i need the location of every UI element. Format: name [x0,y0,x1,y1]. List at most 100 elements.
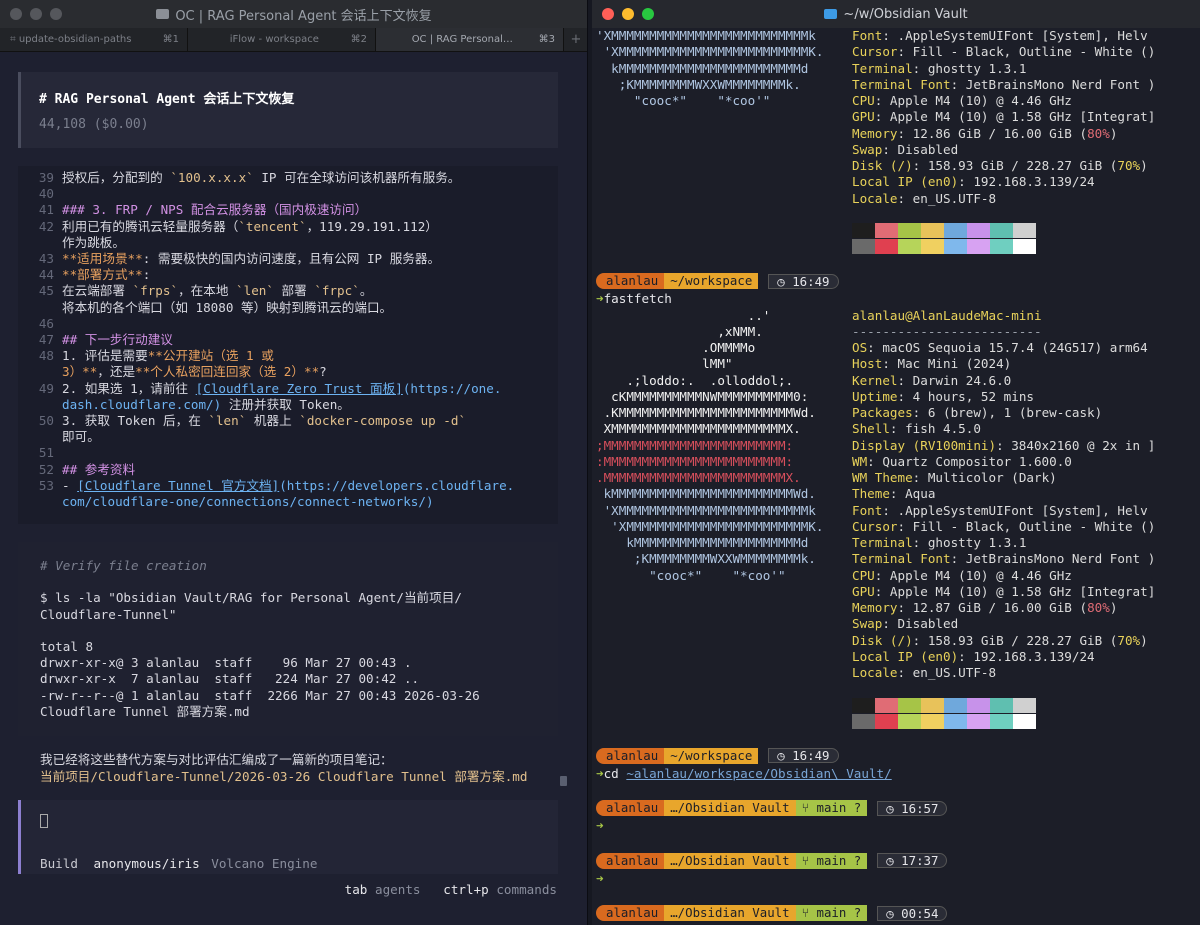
fastfetch-line: "cooc*" "*coo'" CPU: Apple M4 (10) @ 4.46… [596,93,1196,109]
code-line: 53- [Cloudflare Tunnel 官方文档](https://dev… [38,477,515,493]
fastfetch-line: Locale: en_US.UTF-8 [596,665,1196,681]
clock-icon: ◷ [886,905,902,921]
terminal-output[interactable]: 'XMMMMMMMMMMMMMMMMMMMMMMMMMMk Font: .Appl… [596,28,1196,925]
right-terminal-window: ~/w/Obsidian Vault 'XMMMMMMMMMMMMMMMMMMM… [592,0,1200,925]
close-button[interactable] [602,8,614,20]
fastfetch-line: lMM" Host: Mac Mini (2024) [596,356,1196,372]
model-name[interactable]: anonymous/iris [94,856,200,871]
markdown-link[interactable]: [Cloudflare Zero Trust 面板] [196,381,403,396]
color-swatch [944,713,967,729]
prompt-directory: ~/workspace [664,273,759,290]
system-info-item: Uptime: 4 hours, 52 mins [852,388,1034,404]
color-swatch [852,239,875,254]
system-info-item: Disk (/): 158.93 GiB / 228.27 GiB (70%) [852,632,1148,648]
tab-shortcut: ⌘1 [162,34,179,45]
system-info-item: Locale: en_US.UTF-8 [852,190,997,206]
fastfetch-line: cKMMMMMMMMMMNWMMMMMMMMMM0: Uptime: 4 hour… [596,389,1196,405]
system-info-item: Host: Mac Mini (2024) [852,356,1012,372]
fastfetch-line: Memory: 12.86 GiB / 16.00 GiB (80%) [596,126,1196,142]
tab-iflow-workspace[interactable]: iFlow - workspace ⌘2 [188,28,376,51]
session-heading: # RAG Personal Agent 会话上下文恢复 [39,92,295,107]
system-info-item: Memory: 12.87 GiB / 16.00 GiB (80%) [852,600,1118,615]
ascii-logo-line: lMM" [596,356,733,372]
ascii-logo-line: .OMMMMo [596,340,756,355]
fastfetch-line: Local IP (en0): 192.168.3.139/24 [596,174,1196,190]
markdown-link[interactable]: [Cloudflare Tunnel 官方文档] [77,478,279,493]
code-line: 42 利用已有的腾讯云轻量服务器（`tencent`，119.29.191.112… [38,218,438,234]
color-swatch [967,223,990,238]
prompt-input[interactable]: Build anonymous/iris Volcano Engine [18,800,558,874]
shell-output-line: drwxr-xr-x@ 3 alanlau staff 96 Mar 27 00… [40,655,412,671]
fastfetch-line: ;KMMMMMMMMWXXWMMMMMMMMk. Terminal Font: J… [596,551,1196,567]
fastfetch-line: .OMMMMo OS: macOS Sequoia 15.7.4 (24G517)… [596,340,1196,356]
color-swatch [1013,713,1036,729]
system-info-item: Terminal: ghostty 1.3.1 [852,535,1027,550]
color-palette [596,697,1196,730]
tab-update-obsidian-paths[interactable]: ⌗ update-obsidian-paths ⌘1 [0,28,188,51]
color-swatch [944,697,967,713]
minimize-button[interactable] [30,8,42,20]
left-title-bar[interactable]: OC | RAG Personal Agent 会话上下文恢复 [0,0,587,28]
ascii-logo-line: 'XMMMMMMMMMMMMMMMMMMMMMMMMK. [596,518,824,534]
right-title-bar[interactable]: ~/w/Obsidian Vault [592,0,1200,28]
ascii-logo-line: .;loddo:. .olloddol;. [596,372,794,388]
command-path[interactable]: ~alanlau/workspace/Obsidian\ Vault/ [626,766,891,781]
system-info-item: Terminal Font: JetBrainsMono Nerd Font ) [852,551,1156,567]
new-tab-button[interactable]: + [564,28,587,51]
tab-shortcut: ⌘3 [538,34,555,45]
color-swatch [944,239,967,254]
system-info-item: Swap: Disabled [852,141,959,157]
fastfetch-line: .MMMMMMMMMMMMMMMMMMMMMMMMX. WM Theme: Mul… [596,470,1196,486]
prompt-arrow-icon: ➜ [596,870,604,886]
color-swatch [967,239,990,254]
system-info-item: OS: macOS Sequoia 15.7.4 (24G517) arm64 [852,340,1148,355]
folder-icon [156,9,170,19]
color-swatch [875,697,898,713]
zoom-button[interactable] [50,8,62,20]
fastfetch-line: kMMMMMMMMMMMMMMMMMMMMMMMMWd. Theme: Aqua [596,486,1196,502]
fastfetch-line: ;MMMMMMMMMMMMMMMMMMMMMMMM: Display (RV100… [596,438,1196,454]
shell-output-line: drwxr-xr-x 7 alanlau staff 224 Mar 27 00… [40,671,420,687]
clock-icon: ◷ [886,800,902,816]
zoom-button[interactable] [642,8,654,20]
fastfetch-line: 'XMMMMMMMMMMMMMMMMMMMMMMMMMK. Cursor: Fil… [596,44,1196,60]
fastfetch-line: :MMMMMMMMMMMMMMMMMMMMMMMM: WM: Quartz Com… [596,454,1196,470]
system-info-item: Font: .AppleSystemUIFont [System], Helv [852,502,1148,518]
close-button[interactable] [10,8,22,20]
fastfetch-line: 'XMMMMMMMMMMMMMMMMMMMMMMMMMk Font: .Apple… [596,503,1196,519]
color-swatch [898,223,921,238]
fastfetch-line: Disk (/): 158.93 GiB / 228.27 GiB (70%) [596,158,1196,174]
color-swatch [875,713,898,729]
fastfetch-line: Swap: Disabled [596,142,1196,158]
fastfetch-line: kMMMMMMMMMMMMMMMMMMMMMMd Terminal: ghostt… [596,535,1196,551]
minimize-button[interactable] [622,8,634,20]
color-swatch [990,223,1013,238]
file-content-view: 39 授权后，分配到的 `100.x.x.x` IP 可在全球访问该机器所有服务。… [18,166,558,524]
clock-icon: ◷ [777,273,793,289]
shell-prompt: alanlau …/Obsidian Vault ⑂ main ? ◷ 00:5… [596,904,1196,922]
tab-oc-rag-personal[interactable]: OC | RAG Personal… ⌘3 [376,28,564,51]
color-swatch [990,239,1013,254]
ascii-logo-line: .KMMMMMMMMMMMMMMMMMMMMMMMWd. [596,405,816,420]
system-info-item: Packages: 6 (brew), 1 (brew-cask) [852,405,1103,420]
color-swatch [898,697,921,713]
fastfetch-line: .KMMMMMMMMMMMMMMMMMMMMMMMWd. Packages: 6 … [596,405,1196,421]
shell-prompt: alanlau ~/workspace ◷ 16:49 [596,272,1196,290]
agent-mode[interactable]: Build [40,856,78,871]
code-line: 3）**，还是**个人私密回连回家（选 2）**? [62,364,327,380]
system-info-item: CPU: Apple M4 (10) @ 4.46 GHz [852,93,1072,108]
system-info-item: GPU: Apple M4 (10) @ 1.58 GHz [Integrat] [852,109,1156,125]
session-header: # RAG Personal Agent 会话上下文恢复 44,108 ($0.… [18,72,558,148]
code-line: 50 3. 获取 Token 后，在 `len` 机器上 `docker-comp… [38,413,467,429]
prompt-directory: …/Obsidian Vault [664,905,796,922]
code-line: 52 ## 参考资料 [38,461,136,477]
folder-icon [824,9,838,19]
ascii-logo-line: 'XMMMMMMMMMMMMMMMMMMMMMMMMMk [596,502,816,518]
scrollbar-thumb[interactable] [560,776,567,786]
note-path-link[interactable]: 当前项目/Cloudflare-Tunnel/2026-03-26 Cloudf… [40,769,558,786]
prompt-directory: …/Obsidian Vault [664,800,796,817]
color-palette [596,223,1196,255]
color-swatch [921,697,944,713]
ascii-logo-line: kMMMMMMMMMMMMMMMMMMMMMMMMd [596,60,809,76]
ascii-logo-line: ;KMMMMMMMMWXXWMMMMMMMMk. [596,551,816,567]
